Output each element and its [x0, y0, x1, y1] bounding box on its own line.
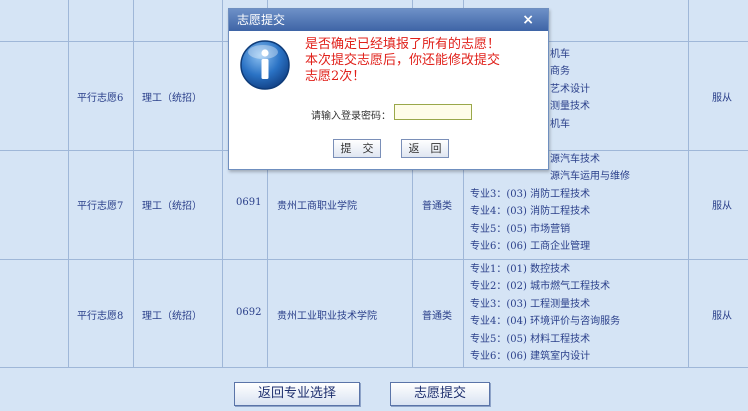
obey-flag: 服从 — [712, 93, 732, 104]
table-divider — [133, 0, 134, 368]
volunteer-type: 理工（统招） — [142, 93, 202, 104]
dialog-title: 志愿提交 — [237, 13, 286, 27]
info-icon — [240, 40, 290, 90]
close-icon[interactable]: × — [522, 9, 534, 31]
obey-flag: 服从 — [712, 311, 732, 322]
list-item: 专业4：(03) 消防工程技术 — [470, 206, 591, 218]
school-code: 0691 — [236, 197, 262, 208]
list-item: 专业6：(06) 工商企业管理 — [470, 240, 591, 252]
list-item: 源汽车运用与维修 — [550, 171, 630, 183]
list-item: 专业3：(03) 工程测量技术 — [470, 298, 591, 310]
table-divider — [222, 0, 223, 368]
list-item: 专业1：(01) 数控技术 — [470, 264, 571, 275]
back-button[interactable]: 返 回 — [401, 139, 449, 158]
table-divider — [688, 0, 689, 368]
submit-button[interactable]: 提 交 — [333, 139, 381, 158]
dialog-titlebar: 志愿提交 × — [229, 9, 548, 31]
list-item: 专业5：(05) 材料工程技术 — [470, 333, 591, 345]
volunteer-name: 平行志愿7 — [77, 201, 124, 212]
school-name: 贵州工业职业技术学院 — [277, 311, 377, 322]
school-code: 0692 — [236, 307, 262, 318]
password-label: 请输入登录密码： — [311, 111, 391, 122]
list-item: 专业2：(02) 城市燃气工程技术 — [470, 281, 611, 293]
password-input[interactable] — [394, 104, 472, 120]
table-divider — [0, 259, 748, 260]
back-to-major-button[interactable]: 返回专业选择 — [234, 382, 360, 406]
list-item: 专业3：(03) 消防工程技术 — [470, 188, 591, 200]
obey-flag: 服从 — [712, 201, 732, 212]
volunteer-name: 平行志愿6 — [77, 93, 124, 104]
message-line: 是否确定已经填报了所有的志愿！ — [305, 37, 501, 52]
volunteer-type: 理工（统招） — [142, 201, 202, 212]
list-item: 专业4：(04) 环境评价与咨询服务 — [470, 316, 621, 328]
major-list: 专业1：(01) 数控技术 专业2：(02) 城市燃气工程技术 专业3：(03)… — [470, 261, 620, 365]
message-line: 本次提交志愿后，你还能修改提交 — [305, 53, 501, 68]
footer-bar: 返回专业选择 志愿提交 — [0, 368, 748, 411]
volunteer-name: 平行志愿8 — [77, 311, 124, 322]
category: 普通类 — [422, 311, 452, 322]
table-divider — [68, 0, 69, 368]
category: 普通类 — [422, 201, 452, 212]
list-item: 专业5：(05) 市场营销 — [470, 223, 571, 235]
message-line: 志愿2次！ — [305, 69, 366, 84]
submit-volunteer-button[interactable]: 志愿提交 — [390, 382, 490, 406]
volunteer-type: 理工（统招） — [142, 311, 202, 322]
list-item: 专业6：(06) 建筑室内设计 — [470, 350, 591, 362]
submit-dialog: 志愿提交 × 是否确定已经填报了所有的志愿！ 本次提交志愿后，你还能修改提交 志… — [228, 8, 549, 170]
school-name: 贵州工商职业学院 — [277, 201, 357, 212]
confirm-message: 是否确定已经填报了所有的志愿！ 本次提交志愿后，你还能修改提交 志愿2次！ — [305, 37, 500, 85]
